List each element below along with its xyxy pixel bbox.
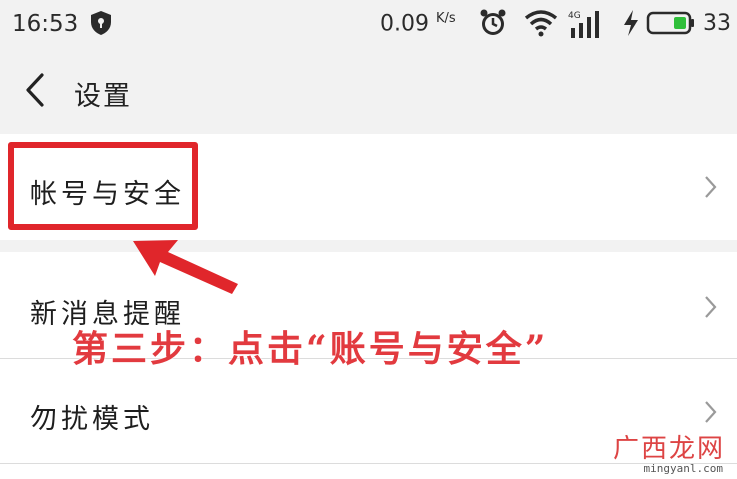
charging-icon [624, 10, 638, 36]
watermark-url: mingyanl.com [643, 462, 723, 475]
page-title: 设置 [74, 81, 132, 112]
chevron-right-icon [705, 296, 717, 318]
battery-level: 33 [703, 11, 731, 36]
alarm-icon [480, 9, 506, 35]
back-arrow-icon[interactable] [24, 72, 46, 108]
wifi-icon [524, 10, 558, 37]
chevron-right-icon [705, 401, 717, 423]
watermark: 广西龙网 mingyanl.com [589, 428, 729, 476]
network-type: 4G [568, 11, 581, 21]
status-bar: 16:53 0.09 K/s 4G 33 [0, 0, 737, 50]
chevron-right-icon [705, 176, 717, 198]
watermark-title: 广西龙网 [612, 434, 725, 464]
settings-item-label: 勿扰模式 [30, 404, 154, 435]
status-time: 16:53 [12, 11, 79, 37]
signal-icon: 4G [568, 11, 599, 38]
settings-item-label: 帐号与安全 [30, 179, 185, 210]
annotation-caption: 第三步：点击“账号与安全” [72, 328, 549, 370]
battery-icon [646, 11, 694, 35]
app-header: 设置 [0, 50, 737, 132]
net-speed: 0.09 K/s [380, 11, 456, 37]
shield-icon [91, 11, 111, 35]
settings-item-account-security[interactable]: 帐号与安全 [0, 134, 737, 240]
